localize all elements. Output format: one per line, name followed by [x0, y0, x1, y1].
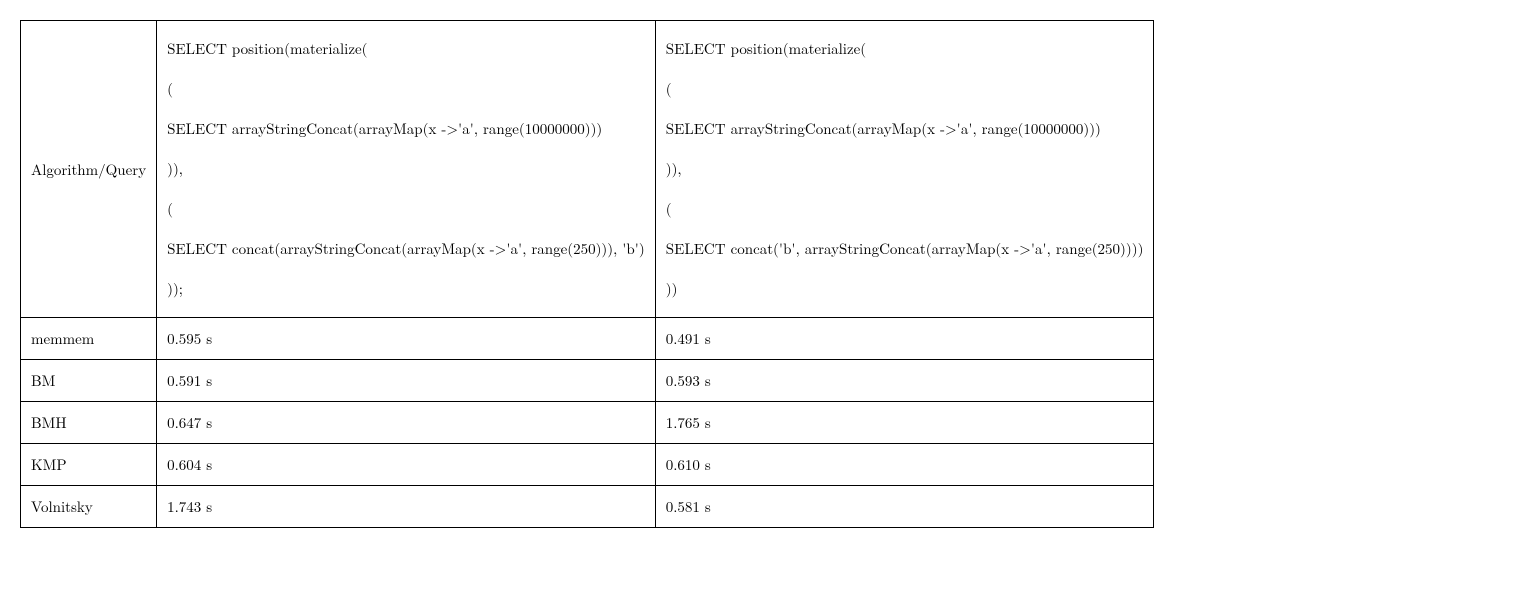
table-header-row: Algorithm/Query SELECT position(material…	[21, 21, 1154, 318]
result-q1: 1.743 s	[157, 486, 656, 528]
algo-name: KMP	[21, 444, 157, 486]
query1-line: )),	[167, 149, 645, 189]
algo-name: BMH	[21, 402, 157, 444]
result-q1: 0.604 s	[157, 444, 656, 486]
query1-line: ));	[167, 269, 645, 309]
header-label: Algorithm/Query	[31, 159, 146, 180]
table-row: memmem 0.595 s 0.491 s	[21, 318, 1154, 360]
algo-name: BM	[21, 360, 157, 402]
result-q2: 1.765 s	[655, 402, 1154, 444]
query1-line: SELECT position(materialize(	[167, 29, 645, 69]
query2-line: ))	[666, 269, 1144, 309]
query2-cell: SELECT position(materialize( ( SELECT ar…	[655, 21, 1154, 318]
header-label-cell: Algorithm/Query	[21, 21, 157, 318]
query2-line: )),	[666, 149, 1144, 189]
query2-line: SELECT arrayStringConcat(arrayMap(x ->'a…	[666, 109, 1144, 149]
query1-line: (	[167, 189, 645, 229]
result-q2: 0.593 s	[655, 360, 1154, 402]
result-q2: 0.610 s	[655, 444, 1154, 486]
result-q1: 0.647 s	[157, 402, 656, 444]
result-q1: 0.595 s	[157, 318, 656, 360]
query2-line: (	[666, 189, 1144, 229]
algo-name: memmem	[21, 318, 157, 360]
query1-cell: SELECT position(materialize( ( SELECT ar…	[157, 21, 656, 318]
result-q2: 0.491 s	[655, 318, 1154, 360]
table-row: KMP 0.604 s 0.610 s	[21, 444, 1154, 486]
benchmark-table: Algorithm/Query SELECT position(material…	[20, 20, 1154, 528]
result-q1: 0.591 s	[157, 360, 656, 402]
query1-line: SELECT arrayStringConcat(arrayMap(x ->'a…	[167, 109, 645, 149]
query2-line: SELECT position(materialize(	[666, 29, 1144, 69]
table-row: BM 0.591 s 0.593 s	[21, 360, 1154, 402]
query2-line: SELECT concat('b', arrayStringConcat(arr…	[666, 229, 1144, 269]
result-q2: 0.581 s	[655, 486, 1154, 528]
table-row: BMH 0.647 s 1.765 s	[21, 402, 1154, 444]
query1-line: (	[167, 69, 645, 109]
query1-line: SELECT concat(arrayStringConcat(arrayMap…	[167, 229, 645, 269]
query2-line: (	[666, 69, 1144, 109]
algo-name: Volnitsky	[21, 486, 157, 528]
table-row: Volnitsky 1.743 s 0.581 s	[21, 486, 1154, 528]
